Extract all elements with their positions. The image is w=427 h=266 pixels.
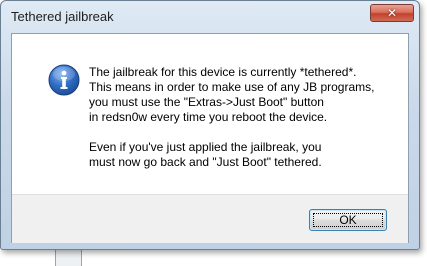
dialog-client-area: The jailbreak for this device is current… bbox=[11, 33, 409, 243]
button-bar: OK bbox=[12, 194, 408, 243]
message-line: The jailbreak for this device is current… bbox=[89, 65, 357, 79]
info-icon bbox=[48, 64, 80, 96]
message-text: The jailbreak for this device is current… bbox=[89, 65, 394, 170]
focus-rectangle bbox=[313, 213, 383, 227]
close-button[interactable]: ✕ bbox=[370, 4, 414, 22]
message-line: This means in order to make use of any J… bbox=[89, 80, 375, 94]
message-line: Even if you've just applied the jailbrea… bbox=[89, 140, 322, 154]
message-area: The jailbreak for this device is current… bbox=[12, 34, 408, 194]
title-bar[interactable]: Tethered jailbreak ✕ bbox=[1, 1, 419, 31]
message-line: must now go back and "Just Boot" tethere… bbox=[89, 155, 322, 169]
message-line: you must use the "Extras->Just Boot" but… bbox=[89, 95, 324, 109]
close-icon: ✕ bbox=[386, 6, 398, 20]
dialog-title: Tethered jailbreak bbox=[11, 9, 114, 24]
message-line: in redsn0w every time you reboot the dev… bbox=[89, 110, 328, 124]
ok-button[interactable]: OK bbox=[309, 209, 387, 231]
message-dialog: Tethered jailbreak ✕ The jailbreak for t… bbox=[0, 0, 420, 250]
